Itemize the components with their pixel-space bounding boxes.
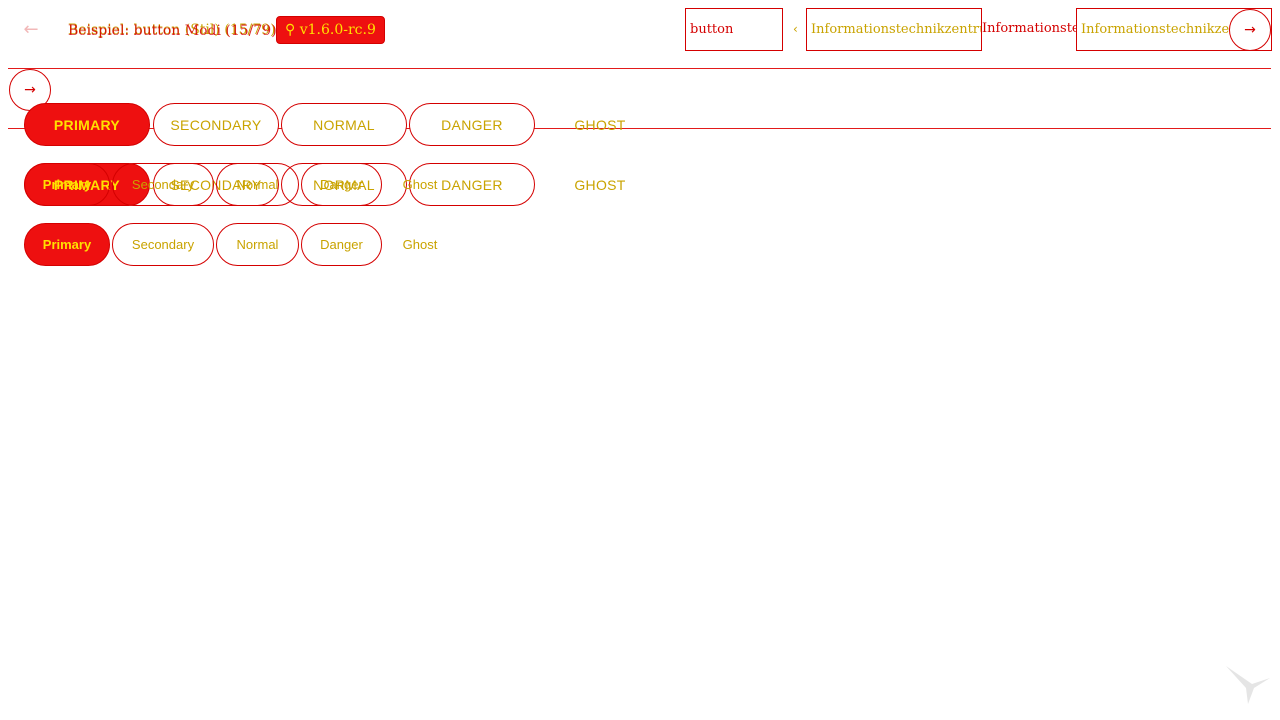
bird-logo-icon bbox=[1226, 666, 1270, 704]
header-divider bbox=[8, 68, 1271, 69]
normal-button[interactable]: NORMAL bbox=[281, 103, 407, 146]
page-title-overlay: Beispiel: button Modi (15/79) bbox=[68, 23, 277, 39]
organisation-select-left[interactable]: Informationstechnikzentrum Bund bbox=[806, 8, 982, 51]
danger-button[interactable]: DANGER bbox=[409, 103, 535, 146]
danger-button-overlay[interactable]: Danger bbox=[301, 163, 382, 206]
danger-button[interactable]: Danger bbox=[301, 223, 382, 266]
normal-button-overlay[interactable]: Normal bbox=[216, 163, 299, 206]
arrow-right-icon[interactable]: → bbox=[1229, 9, 1271, 51]
search-input[interactable] bbox=[686, 9, 782, 50]
primary-button-overlay[interactable]: Primary bbox=[24, 163, 110, 206]
search-field[interactable] bbox=[685, 8, 783, 51]
secondary-button[interactable]: SECONDARY bbox=[153, 103, 279, 146]
ghost-button-overlay[interactable]: Ghost bbox=[384, 163, 456, 206]
normal-button[interactable]: Normal bbox=[216, 223, 299, 266]
version-badge[interactable]: ⚲ v1.6.0-rc.9 bbox=[276, 16, 385, 44]
secondary-button-overlay[interactable]: Secondary bbox=[112, 163, 214, 206]
ghost-button[interactable]: GHOST bbox=[537, 103, 663, 146]
primary-button[interactable]: PRIMARY bbox=[24, 103, 150, 146]
chevron-left-icon: ‹ bbox=[793, 22, 798, 36]
ghost-button[interactable]: GHOST bbox=[537, 163, 663, 206]
ghost-button[interactable]: Ghost bbox=[384, 223, 456, 266]
back-arrow-icon[interactable]: ← bbox=[20, 20, 42, 42]
organisation-select-overlay: Informationstechnikzentrum Bund bbox=[982, 21, 1076, 36]
primary-button[interactable]: Primary bbox=[24, 223, 110, 266]
secondary-button[interactable]: Secondary bbox=[112, 223, 214, 266]
